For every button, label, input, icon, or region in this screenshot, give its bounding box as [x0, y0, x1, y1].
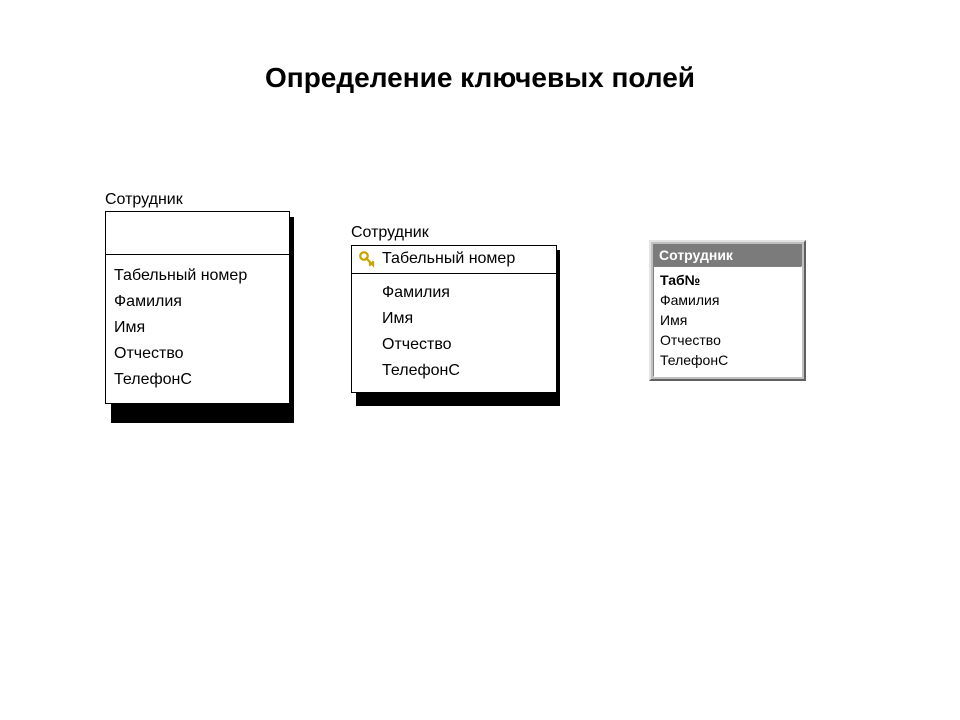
table2: Табельный номер Фамилия Имя Отчество Тел…	[351, 245, 555, 393]
table3-field: ТелефонС	[660, 350, 795, 370]
table1-field: Табельный номер	[114, 263, 281, 289]
table1-box: Табельный номер Фамилия Имя Отчество Тел…	[105, 211, 290, 404]
table3-body: Таб№ Фамилия Имя Отчество ТелефонС	[653, 266, 802, 377]
table2-key-row: Табельный номер	[352, 246, 556, 274]
table2-label: Сотрудник	[351, 224, 429, 242]
table2-box: Табельный номер Фамилия Имя Отчество Тел…	[351, 245, 557, 393]
table3: Сотрудник Таб№ Фамилия Имя Отчество Теле…	[649, 240, 806, 381]
table3-field: Отчество	[660, 330, 795, 350]
table1-field: ТелефонС	[114, 367, 281, 393]
table1-field: Фамилия	[114, 289, 281, 315]
table1-field: Имя	[114, 315, 281, 341]
table3-header: Сотрудник	[653, 244, 802, 266]
table3-field: Имя	[660, 310, 795, 330]
table1: Табельный номер Фамилия Имя Отчество Тел…	[105, 211, 288, 404]
table1-field: Отчество	[114, 341, 281, 367]
table2-field: ТелефонС	[382, 358, 550, 384]
table2-field: Отчество	[382, 332, 550, 358]
table1-body: Табельный номер Фамилия Имя Отчество Тел…	[106, 255, 289, 403]
key-icon	[358, 250, 376, 268]
table3-key-field: Таб№	[660, 270, 795, 290]
table2-key-field: Табельный номер	[382, 250, 515, 268]
table1-key-area	[106, 212, 289, 255]
table2-body: Фамилия Имя Отчество ТелефонС	[352, 274, 556, 392]
table2-field: Фамилия	[382, 280, 550, 306]
page-title: Определение ключевых полей	[0, 62, 960, 94]
table2-field: Имя	[382, 306, 550, 332]
table3-field: Фамилия	[660, 290, 795, 310]
table1-label: Сотрудник	[105, 191, 183, 209]
